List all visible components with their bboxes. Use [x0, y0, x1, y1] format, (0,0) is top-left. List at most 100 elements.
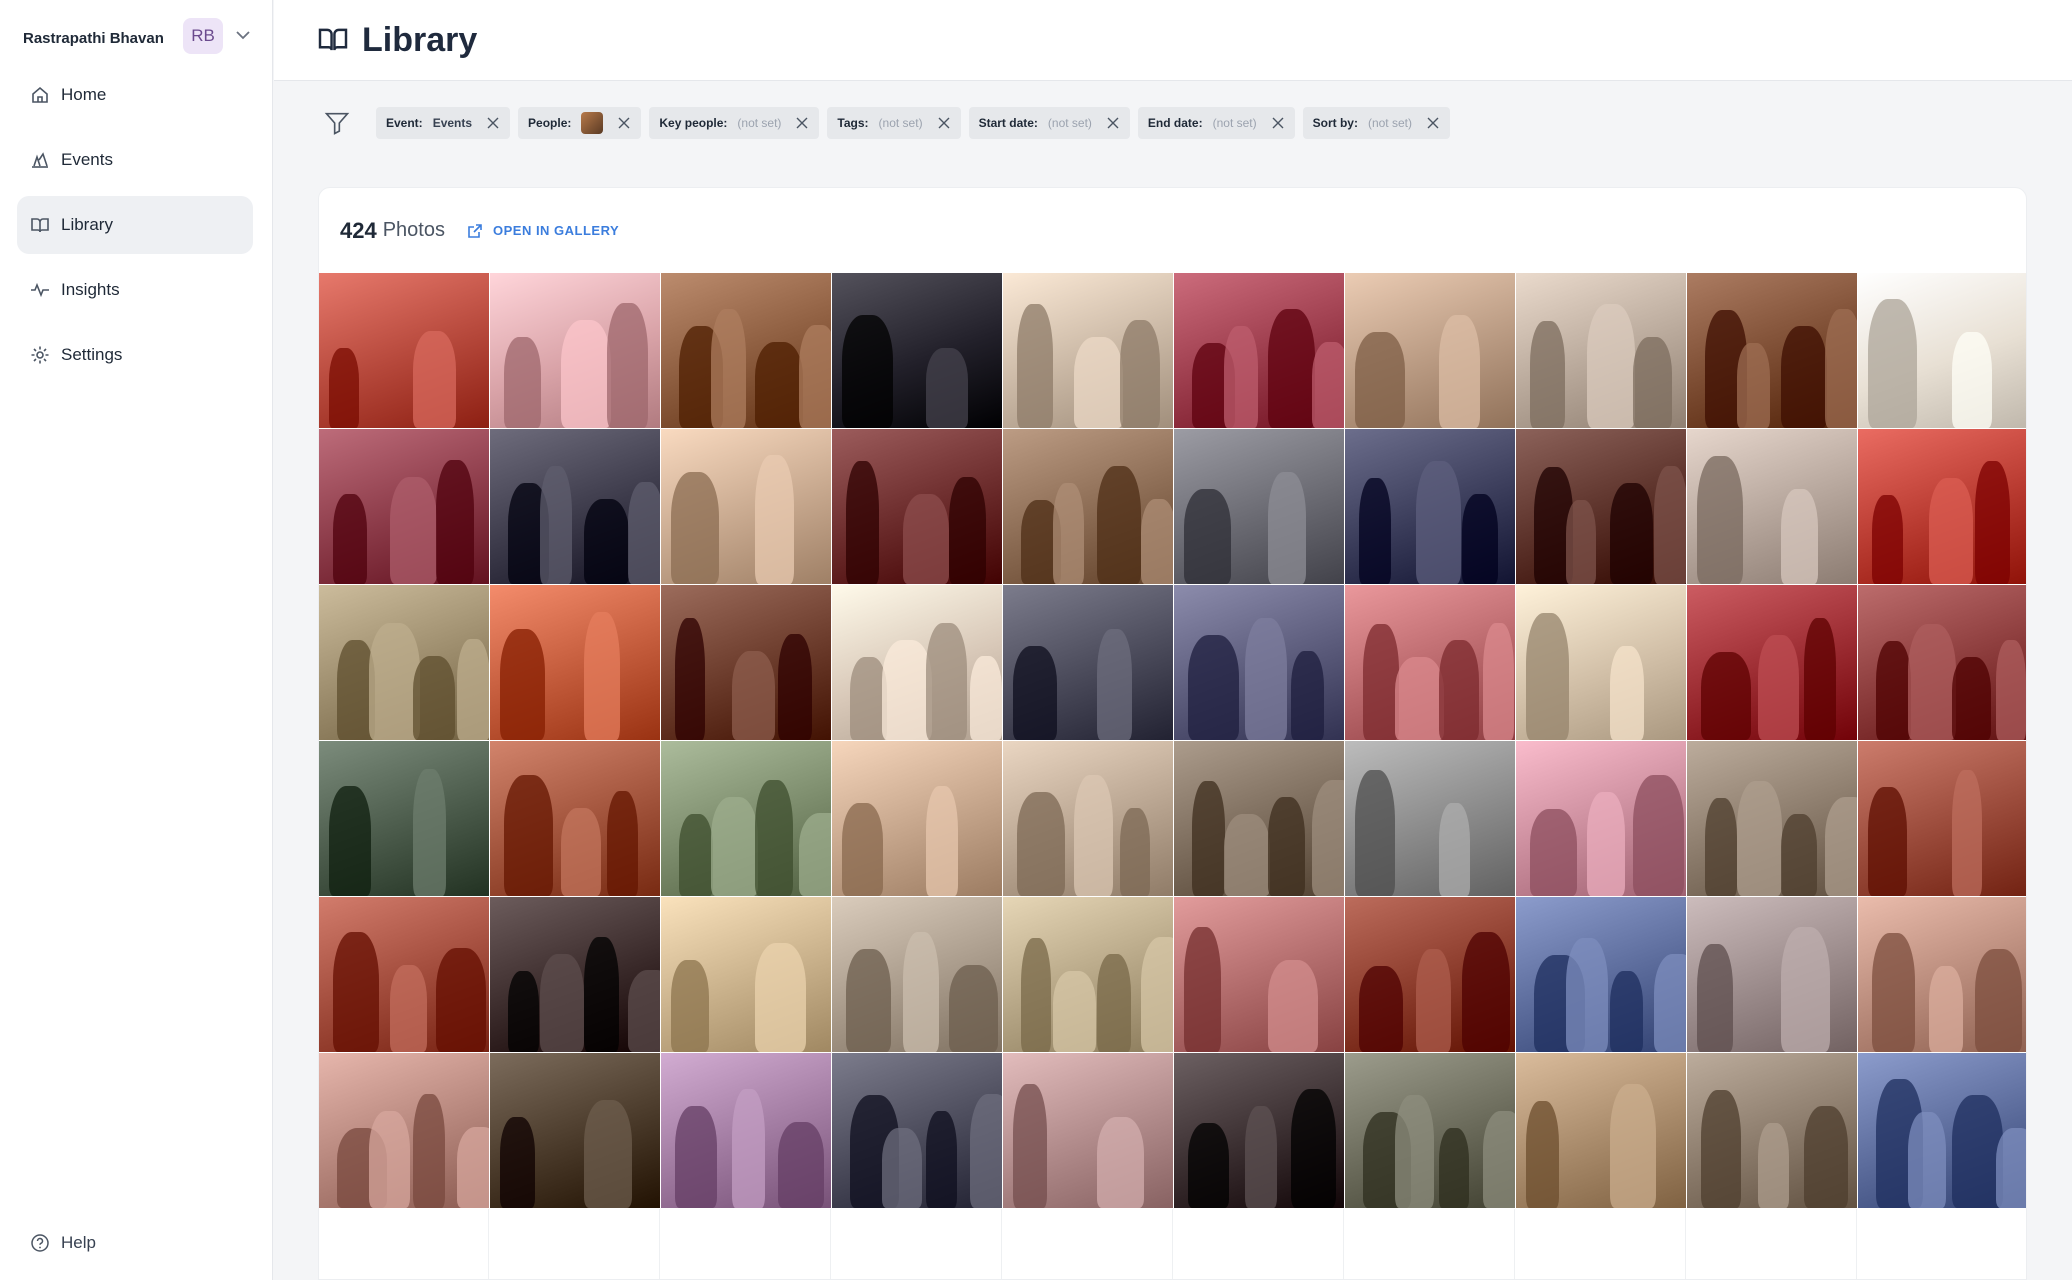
photo-figure — [1184, 489, 1231, 584]
photo-thumbnail[interactable] — [1345, 585, 1515, 740]
photo-thumbnail[interactable] — [319, 741, 489, 896]
photo-thumbnail[interactable] — [661, 585, 831, 740]
photo-thumbnail[interactable] — [1174, 1053, 1344, 1208]
filter-chip[interactable]: Sort by: (not set) — [1302, 107, 1450, 139]
photo-thumbnail[interactable] — [1345, 897, 1515, 1052]
photo-thumbnail[interactable] — [1516, 1053, 1686, 1208]
photo-thumbnail[interactable] — [661, 741, 831, 896]
photo-thumbnail[interactable] — [832, 273, 1002, 428]
photo-thumbnail[interactable] — [319, 897, 489, 1052]
photo-thumbnail[interactable] — [1687, 273, 1857, 428]
photo-thumbnail[interactable] — [1174, 273, 1344, 428]
photo-thumbnail[interactable] — [1858, 429, 2026, 584]
photo-thumbnail[interactable] — [1003, 897, 1173, 1052]
photo-thumbnail[interactable] — [1687, 741, 1857, 896]
library-card: 424 Photos OPEN IN GALLERY — [318, 187, 2027, 1280]
photo-figure — [413, 656, 455, 740]
close-icon[interactable] — [937, 116, 951, 130]
photo-thumbnail[interactable] — [490, 1053, 660, 1208]
sidebar-item-settings[interactable]: Settings — [17, 326, 253, 384]
photo-figure — [1705, 798, 1737, 896]
grid-empty-row — [319, 1209, 2026, 1279]
photo-thumbnail[interactable] — [1516, 429, 1686, 584]
filter-chip[interactable]: End date: (not set) — [1137, 107, 1295, 139]
photo-thumbnail[interactable] — [1687, 429, 1857, 584]
close-icon[interactable] — [486, 116, 500, 130]
photo-thumbnail[interactable] — [1174, 741, 1344, 896]
filter-chip[interactable]: People: — [518, 107, 642, 139]
photo-thumbnail[interactable] — [1858, 897, 2026, 1052]
photo-thumbnail[interactable] — [490, 741, 660, 896]
photo-thumbnail[interactable] — [1516, 897, 1686, 1052]
photo-thumbnail[interactable] — [490, 585, 660, 740]
photo-thumbnail[interactable] — [1174, 585, 1344, 740]
photo-figure — [1290, 1089, 1336, 1208]
close-icon[interactable] — [795, 116, 809, 130]
help-link[interactable]: Help — [29, 1232, 96, 1254]
photo-figure — [1908, 624, 1956, 740]
photo-figure — [1119, 320, 1160, 428]
photo-thumbnail[interactable] — [490, 429, 660, 584]
photo-thumbnail[interactable] — [661, 273, 831, 428]
filter-chip-value: (not set) — [1212, 116, 1257, 130]
photo-thumbnail[interactable] — [661, 897, 831, 1052]
photo-thumbnail[interactable] — [1174, 429, 1344, 584]
photo-figure — [457, 1127, 489, 1208]
photo-thumbnail[interactable] — [832, 585, 1002, 740]
photo-thumbnail[interactable] — [1003, 1053, 1173, 1208]
photo-thumbnail[interactable] — [832, 429, 1002, 584]
sidebar-item-events[interactable]: Events — [17, 131, 253, 189]
photo-thumbnail[interactable] — [319, 429, 489, 584]
sidebar-item-insights[interactable]: Insights — [17, 261, 253, 319]
avatar[interactable]: RB — [183, 18, 223, 54]
photo-thumbnail[interactable] — [832, 1053, 1002, 1208]
photo-thumbnail[interactable] — [1858, 585, 2026, 740]
photo-thumbnail[interactable] — [1345, 1053, 1515, 1208]
close-icon[interactable] — [1426, 116, 1440, 130]
close-icon[interactable] — [1271, 116, 1285, 130]
photo-thumbnail[interactable] — [1003, 429, 1173, 584]
external-link-icon — [467, 222, 485, 240]
photo-thumbnail[interactable] — [319, 585, 489, 740]
photo-thumbnail[interactable] — [1687, 585, 1857, 740]
photo-thumbnail[interactable] — [1003, 585, 1173, 740]
photo-thumbnail[interactable] — [1516, 585, 1686, 740]
photo-thumbnail[interactable] — [1345, 429, 1515, 584]
photo-thumbnail[interactable] — [1174, 897, 1344, 1052]
photo-thumbnail[interactable] — [1345, 741, 1515, 896]
photo-thumbnail[interactable] — [661, 429, 831, 584]
chevron-down-icon[interactable] — [233, 24, 253, 46]
photo-thumbnail[interactable] — [319, 1053, 489, 1208]
org-switcher[interactable]: Rastrapathi Bhavan RB — [23, 18, 263, 58]
photo-thumbnail[interactable] — [1516, 273, 1686, 428]
photo-thumbnail[interactable] — [1687, 897, 1857, 1052]
photo-thumbnail[interactable] — [1345, 273, 1515, 428]
photo-thumbnail[interactable] — [1687, 1053, 1857, 1208]
photo-thumbnail[interactable] — [1858, 741, 2026, 896]
filter-chip[interactable]: Tags: (not set) — [827, 107, 961, 139]
photo-thumbnail[interactable] — [1858, 1053, 2026, 1208]
photo-thumbnail[interactable] — [832, 741, 1002, 896]
photo-thumbnail[interactable] — [832, 897, 1002, 1052]
photo-figure — [500, 629, 545, 740]
sidebar-item-home[interactable]: Home — [17, 66, 253, 124]
photo-thumbnail[interactable] — [490, 897, 660, 1052]
photo-thumbnail[interactable] — [1003, 741, 1173, 896]
filter-chip[interactable]: Key people: (not set) — [649, 107, 820, 139]
filter-icon[interactable] — [322, 108, 352, 138]
photo-figure — [1439, 640, 1479, 740]
sidebar-item-library[interactable]: Library — [17, 196, 253, 254]
filter-chip[interactable]: Start date: (not set) — [968, 107, 1130, 139]
filter-chip[interactable]: Event: Events — [376, 107, 511, 139]
photo-thumbnail[interactable] — [490, 273, 660, 428]
close-icon[interactable] — [1106, 116, 1120, 130]
open-in-gallery-link[interactable]: OPEN IN GALLERY — [467, 222, 619, 240]
photo-thumbnail[interactable] — [319, 273, 489, 428]
photo-thumbnail[interactable] — [1003, 273, 1173, 428]
filter-chip-label: Start date: — [978, 116, 1038, 130]
photo-thumbnail[interactable] — [661, 1053, 831, 1208]
photo-thumbnail[interactable] — [1516, 741, 1686, 896]
photo-figure — [846, 949, 891, 1052]
close-icon[interactable] — [617, 116, 631, 130]
photo-thumbnail[interactable] — [1858, 273, 2026, 428]
